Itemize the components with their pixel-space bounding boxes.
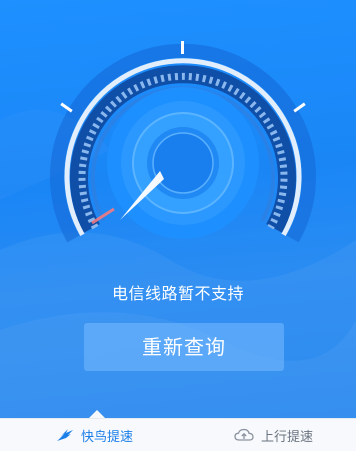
- active-tab-pointer: [89, 410, 105, 418]
- tab-upload[interactable]: 上行提速: [234, 419, 313, 451]
- tab-kuainiao-label: 快鸟提速: [81, 429, 134, 445]
- speed-gauge: [50, 41, 316, 243]
- tab-kuainiao[interactable]: 快鸟提速: [56, 419, 133, 451]
- bird-icon: [56, 428, 74, 442]
- requery-button[interactable]: 重新查询: [84, 323, 284, 371]
- app-window: 电信线路暂不支持 重新查询 快鸟提速 上行提速: [0, 0, 356, 451]
- status-message: 电信线路暂不支持: [111, 284, 244, 303]
- cloud-upload-icon: [234, 428, 254, 442]
- bottom-tab-bar: 快鸟提速 上行提速: [0, 418, 356, 451]
- tab-upload-label: 上行提速: [261, 429, 314, 445]
